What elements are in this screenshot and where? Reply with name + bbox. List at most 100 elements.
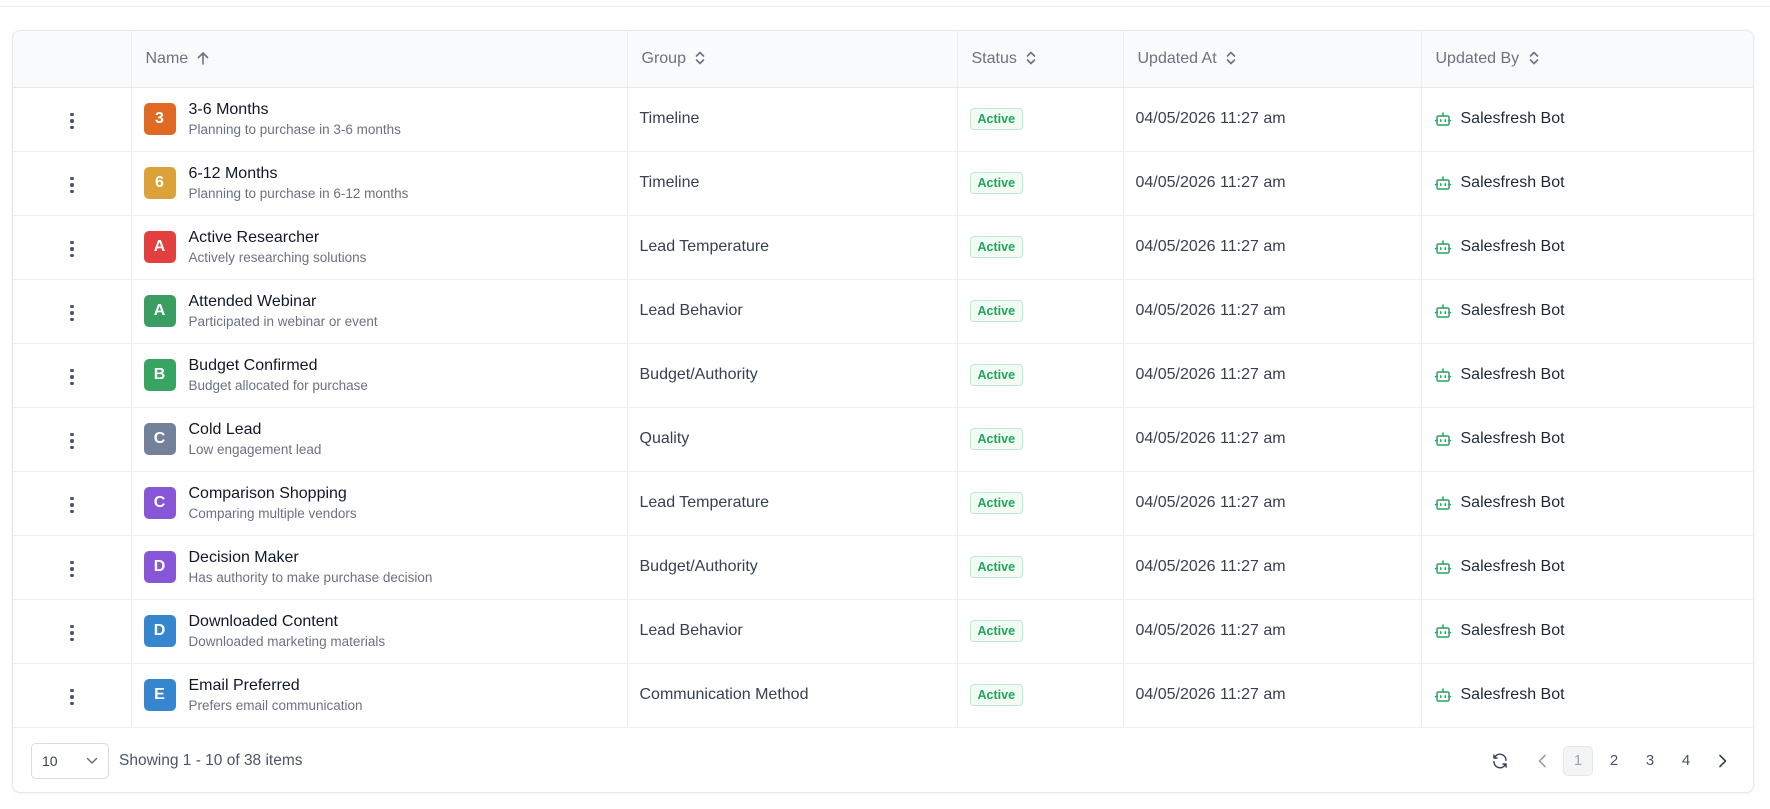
tag-initial-badge: C [143,487,176,519]
status-badge: Active [969,427,1024,451]
column-header-name[interactable]: Name [131,31,628,88]
kebab-menu-icon[interactable] [60,299,84,327]
updated-by-cell: Salesfresh Bot [1421,279,1753,344]
robot-icon [1434,304,1451,318]
page-3-button[interactable]: 3 [1635,746,1665,776]
tag-name: Comparison Shopping [188,484,347,502]
table-body: 3 3-6 Months Planning to purchase in 3-6… [13,87,1753,728]
table-row[interactable]: 6 6-12 Months Planning to purchase in 6-… [13,151,1753,216]
name-cell: 6 6-12 Months Planning to purchase in 6-… [131,151,628,216]
table-row[interactable]: E Email Preferred Prefers email communic… [13,663,1753,728]
updated-by: Salesfresh Bot [1434,366,1744,384]
name-cell: B Budget Confirmed Budget allocated for … [131,343,628,408]
name-wrap: E Email Preferred Prefers email communic… [143,676,615,715]
name-wrap: D Decision Maker Has authority to make p… [143,548,615,587]
name-text: 6-12 Months Planning to purchase in 6-12… [189,164,409,203]
tag-name: 6-12 Months [188,164,278,182]
robot-icon [1434,176,1451,190]
page-2-button[interactable]: 2 [1599,746,1629,776]
kebab-menu-icon[interactable] [60,555,84,583]
status-cell: Active [957,535,1124,600]
kebab-menu-icon[interactable] [60,171,84,199]
name-text: Active Researcher Actively researching s… [189,228,367,267]
name-wrap: D Downloaded Content Downloaded marketin… [143,612,615,651]
updated-at-cell: 04/05/2026 11:27 am [1123,471,1422,536]
refresh-button[interactable] [1485,746,1515,776]
column-header-group[interactable]: Group [627,31,958,88]
kebab-menu-icon[interactable] [60,619,84,647]
name-wrap: C Comparison Shopping Comparing multiple… [143,484,615,523]
group-cell: Lead Temperature [627,215,958,280]
name-text: Budget Confirmed Budget allocated for pu… [189,356,368,395]
pagination: 1234 [1479,745,1737,776]
tag-initial-badge: B [143,359,176,391]
kebab-menu-icon[interactable] [60,363,84,391]
updated-by: Salesfresh Bot [1434,558,1744,576]
tag-description: Comparing multiple vendors [188,505,357,521]
kebab-menu-icon[interactable] [60,491,84,519]
row-actions-cell [13,471,132,536]
row-actions-cell [13,151,132,216]
table-row[interactable]: B Budget Confirmed Budget allocated for … [13,343,1753,408]
name-text: Cold Lead Low engagement lead [189,420,322,459]
page-size-select[interactable]: 10 [31,742,109,779]
robot-icon [1434,496,1451,510]
status-badge: Active [969,491,1024,515]
tag-name: Cold Lead [188,420,262,438]
row-actions-cell [13,279,132,344]
updated-by-name: Salesfresh Bot [1460,494,1565,511]
tag-initial-badge: E [143,679,176,711]
page-1-button[interactable]: 1 [1563,745,1593,776]
column-header-updated-at[interactable]: Updated At [1123,31,1422,88]
updated-at-cell: 04/05/2026 11:27 am [1123,535,1422,600]
table-row[interactable]: A Active Researcher Actively researching… [13,215,1753,280]
tag-initial-badge: A [143,295,176,327]
updated-by-name: Salesfresh Bot [1460,622,1565,639]
table-row[interactable]: C Cold Lead Low engagement lead Quality … [13,407,1753,472]
status-cell: Active [957,87,1124,152]
name-cell: C Comparison Shopping Comparing multiple… [131,471,628,536]
tag-name: Budget Confirmed [188,356,318,374]
table-row[interactable]: 3 3-6 Months Planning to purchase in 3-6… [13,87,1753,152]
robot-icon [1434,432,1451,446]
tag-description: Planning to purchase in 3-6 months [188,121,401,137]
column-header-label: Group [641,49,686,67]
column-header-status[interactable]: Status [957,31,1124,88]
kebab-menu-icon[interactable] [60,235,84,263]
tag-initial-badge: 6 [143,167,176,199]
updated-at-cell: 04/05/2026 11:27 am [1123,215,1422,280]
table-header-row: Name Group Status Updated At Updated By [13,31,1753,88]
kebab-menu-icon[interactable] [60,683,84,711]
updated-by: Salesfresh Bot [1434,622,1744,640]
prev-page-button[interactable] [1527,746,1557,776]
name-wrap: 6 6-12 Months Planning to purchase in 6-… [143,164,615,203]
updated-at-cell: 04/05/2026 11:27 am [1123,343,1422,408]
column-header-actions [13,31,132,88]
group-cell: Timeline [627,151,958,216]
chevron-up-down-icon [1529,51,1538,64]
next-page-button[interactable] [1707,746,1737,776]
status-cell: Active [957,279,1124,344]
chevron-left-icon [1538,754,1546,767]
status-badge: Active [969,363,1024,387]
status-cell: Active [957,215,1124,280]
table-row[interactable]: C Comparison Shopping Comparing multiple… [13,471,1753,536]
kebab-menu-icon[interactable] [60,427,84,455]
name-text: Attended Webinar Participated in webinar… [189,292,378,331]
table-row[interactable]: D Decision Maker Has authority to make p… [13,535,1753,600]
column-header-updated-by[interactable]: Updated By [1421,31,1753,88]
page-4-button[interactable]: 4 [1671,746,1701,776]
tag-initial-badge: 3 [143,103,176,135]
column-header-label: Status [971,49,1017,67]
table-row[interactable]: D Downloaded Content Downloaded marketin… [13,599,1753,664]
tag-name: 3-6 Months [188,100,269,118]
group-cell: Budget/Authority [627,343,958,408]
table-row[interactable]: A Attended Webinar Participated in webin… [13,279,1753,344]
name-cell: D Decision Maker Has authority to make p… [131,535,628,600]
kebab-menu-icon[interactable] [60,107,84,135]
tag-initial-badge: A [143,231,176,263]
pagination-summary: Showing 1 - 10 of 38 items [119,751,303,769]
name-wrap: A Attended Webinar Participated in webin… [143,292,615,331]
updated-by: Salesfresh Bot [1434,430,1744,448]
page-size-value: 10 [42,752,58,769]
